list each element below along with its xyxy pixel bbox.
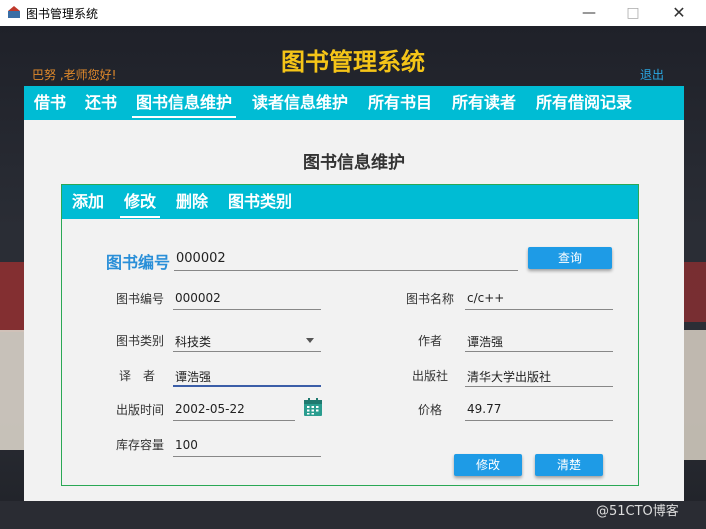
tab-delete[interactable]: 删除 [176,185,208,219]
book-id-label: 图书编号 [116,292,165,306]
publisher-underline [465,386,613,387]
book-id-field[interactable]: 000002 [175,291,221,305]
background-decoration [0,262,24,332]
nav-item-all-readers[interactable]: 所有读者 [452,86,516,120]
section-title: 图书信息维护 [303,153,405,173]
book-name-field[interactable]: c/c++ [467,291,504,305]
translator-label: 译 者 [119,369,156,383]
nav-item-all-books[interactable]: 所有书目 [368,86,432,120]
clear-button[interactable]: 清楚 [535,454,603,476]
pub-date-underline [173,420,295,421]
stock-label: 库存容量 [116,438,165,452]
maximize-button[interactable]: □ [610,0,656,26]
app-icon [8,6,20,18]
background-decoration [684,330,706,460]
greeting-text: 巴努 ,老师您好! [32,68,117,82]
search-input[interactable]: 000002 [176,251,226,266]
book-name-underline [465,309,613,310]
tab-category[interactable]: 图书类别 [228,185,292,219]
book-panel: 添加 修改 删除 图书类别 图书编号 000002 查询 图书编号 000002… [61,184,639,486]
nav-item-borrow[interactable]: 借书 [34,86,66,120]
tab-modify[interactable]: 修改 [119,185,161,219]
tab-add[interactable]: 添加 [72,185,104,219]
nav-item-all-records[interactable]: 所有借阅记录 [536,86,632,120]
query-button[interactable]: 查询 [528,247,612,269]
author-underline [465,351,613,352]
calendar-icon[interactable] [303,397,323,417]
category-label: 图书类别 [116,334,165,348]
book-name-label: 图书名称 [406,292,455,306]
search-input-underline [174,270,518,271]
pub-date-label: 出版时间 [116,403,165,417]
tab-bar: 添加 修改 删除 图书类别 [62,185,638,219]
minimize-button[interactable]: — [566,0,612,26]
main-nav: 借书 还书 图书信息维护 读者信息维护 所有书目 所有读者 所有借阅记录 [24,86,684,120]
stock-field[interactable]: 100 [175,438,198,452]
publisher-field[interactable]: 清华大学出版社 [467,368,551,385]
search-label: 图书编号 [106,253,171,272]
background-decoration [0,330,24,450]
window-title: 图书管理系统 [26,7,99,21]
nav-item-return[interactable]: 还书 [85,86,117,120]
translator-underline [173,385,321,387]
modify-button[interactable]: 修改 [454,454,522,476]
chevron-down-icon[interactable] [306,338,314,343]
logout-link[interactable]: 退出 [640,66,664,83]
price-label: 价格 [418,403,443,417]
price-field[interactable]: 49.77 [467,402,501,416]
nav-item-book-maintenance[interactable]: 图书信息维护 [131,86,237,120]
watermark: @51CTO博客 [596,504,679,519]
stock-underline [173,456,321,457]
close-button[interactable]: ✕ [656,0,702,26]
category-underline [173,351,321,352]
book-id-underline [173,309,321,310]
background-decoration [684,262,706,322]
author-label: 作者 [418,334,443,348]
nav-item-reader-maintenance[interactable]: 读者信息维护 [252,86,348,120]
content-area: 图书信息维护 添加 修改 删除 图书类别 图书编号 000002 查询 图书编号… [24,120,684,501]
pub-date-field[interactable]: 2002-05-22 [175,402,245,416]
publisher-label: 出版社 [412,369,449,383]
window-titlebar: 图书管理系统 — □ ✕ [0,0,706,27]
translator-field[interactable]: 谭浩强 [175,368,211,385]
author-field[interactable]: 谭浩强 [467,333,503,350]
price-underline [465,420,613,421]
category-select[interactable]: 科技类 [175,333,211,350]
